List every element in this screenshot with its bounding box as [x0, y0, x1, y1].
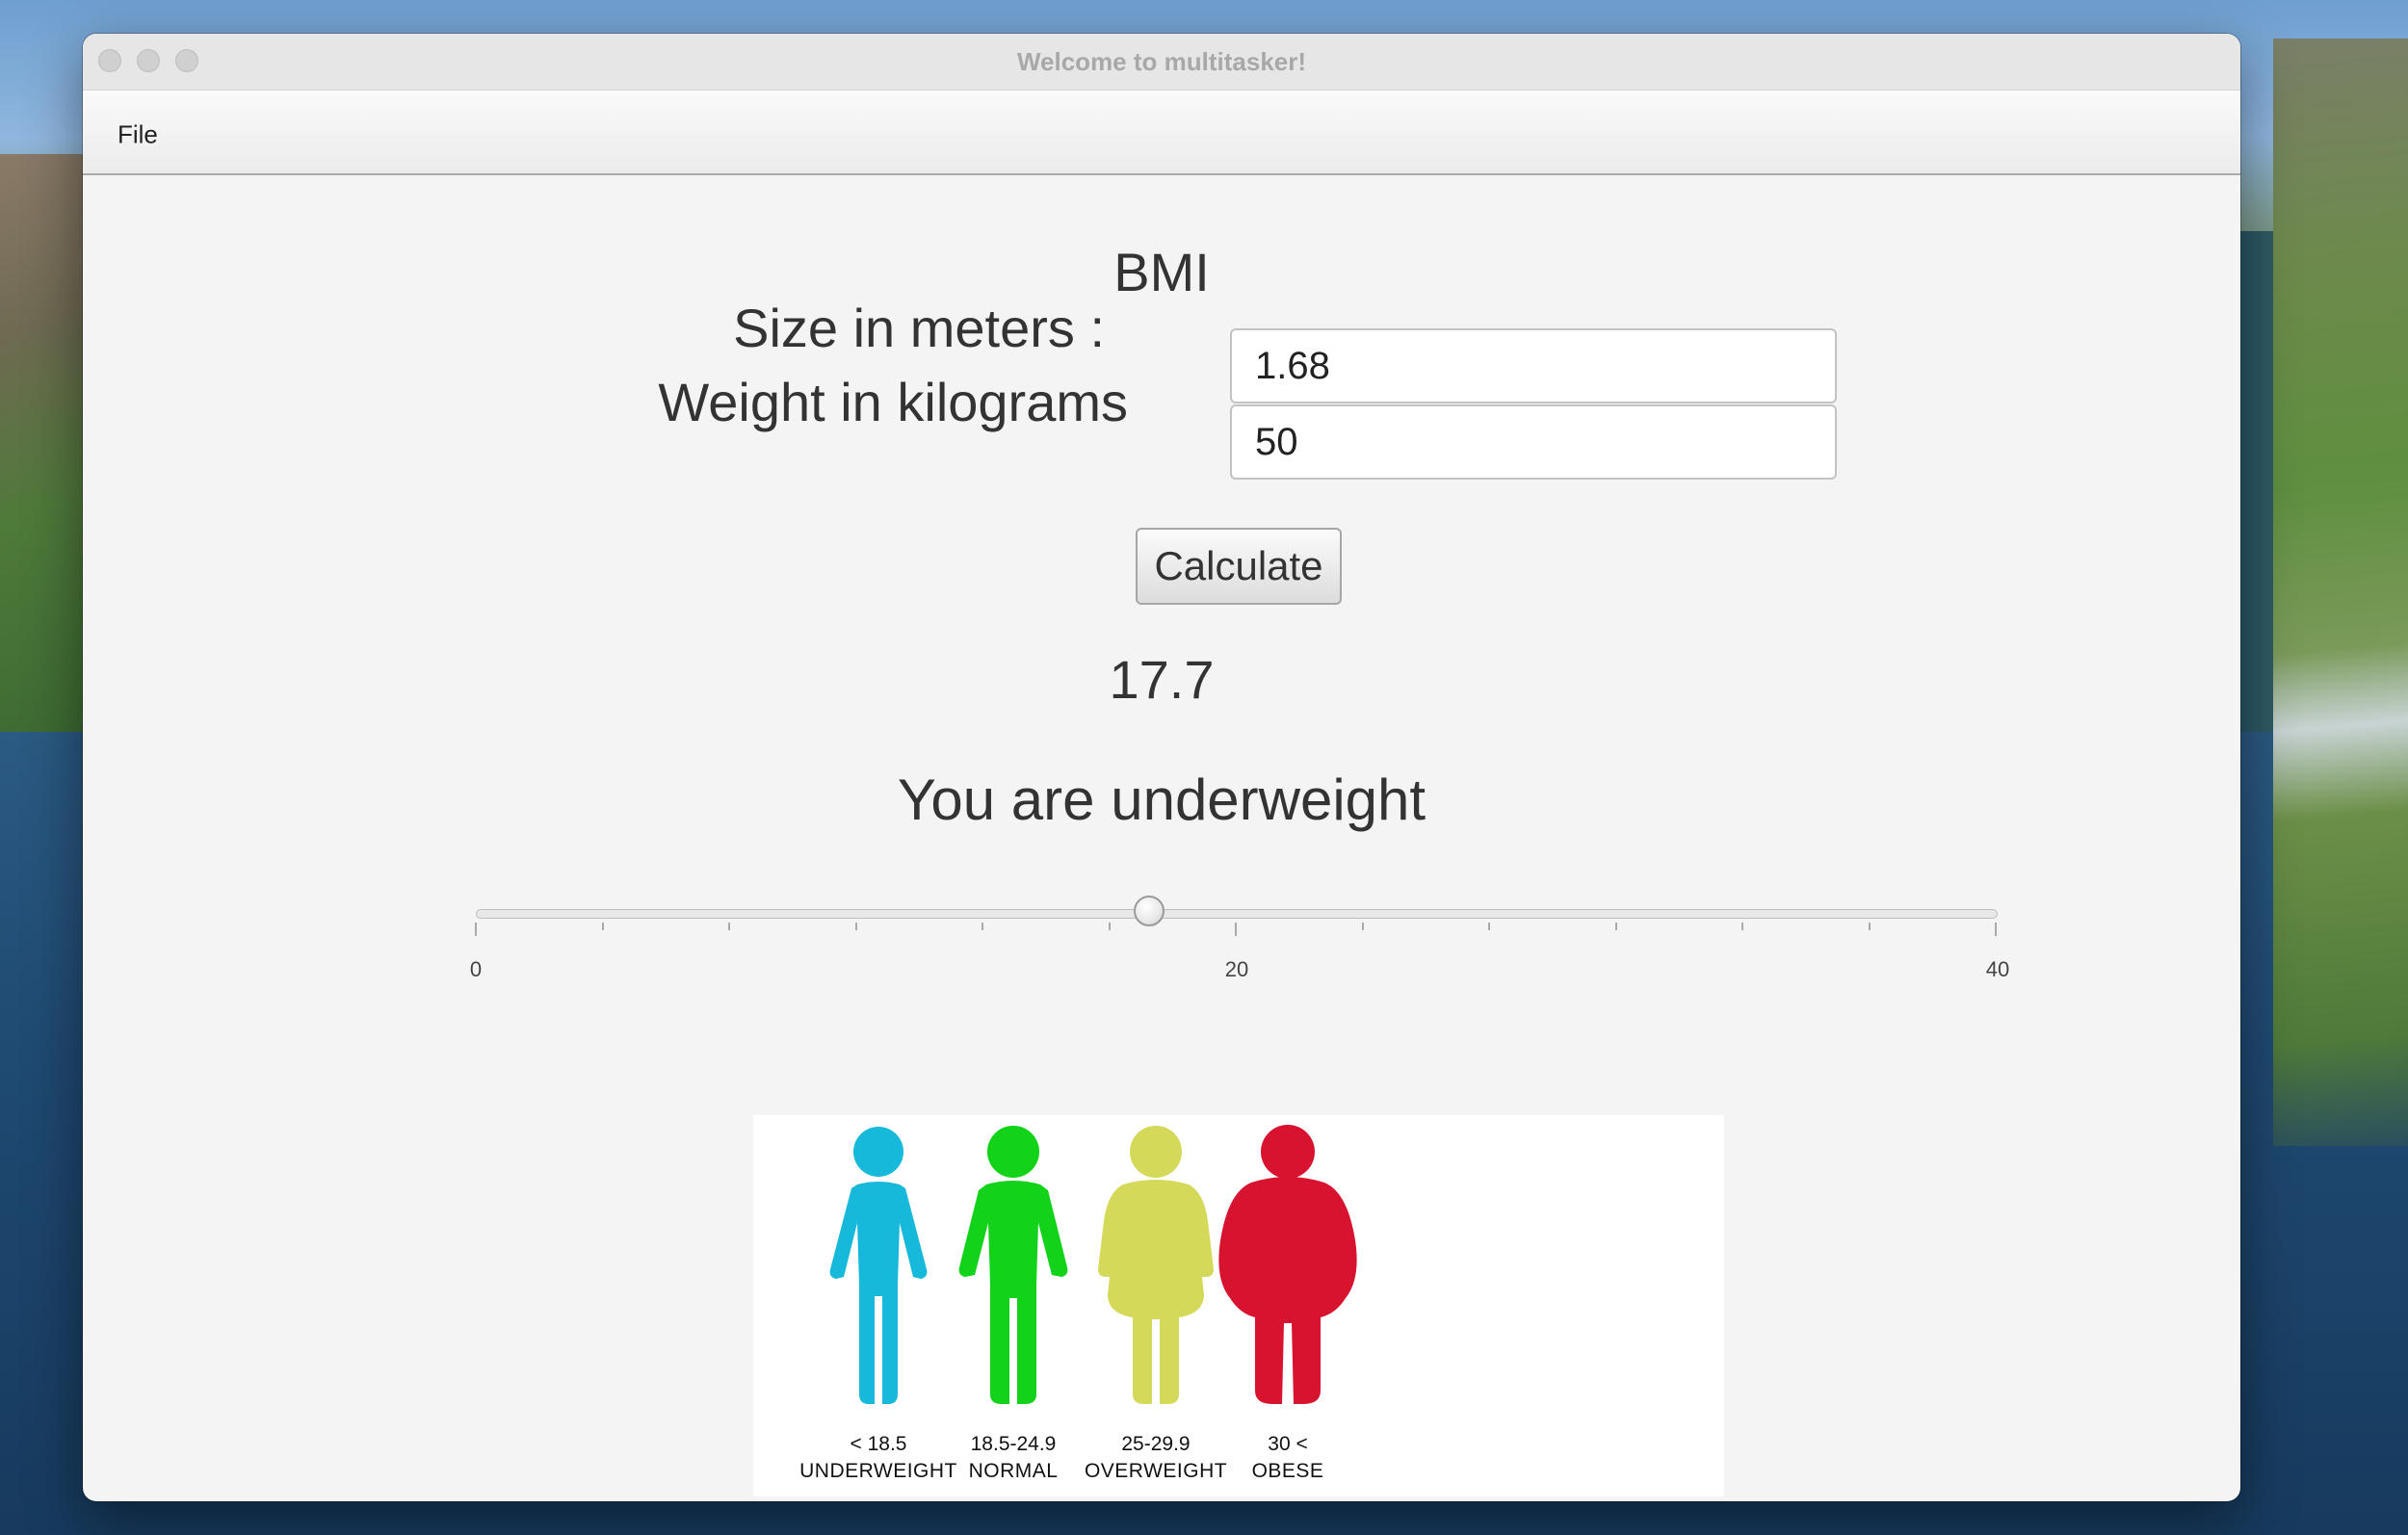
title-bar: Welcome to multitasker!: [83, 34, 2240, 91]
weight-label: Weight in kilograms: [658, 372, 1128, 432]
size-input[interactable]: 1.68: [1230, 328, 1837, 403]
menu-file[interactable]: File: [118, 120, 158, 150]
menu-bar: File: [83, 91, 2240, 175]
bmi-slider[interactable]: 0 20 40: [470, 896, 2009, 1005]
app-window: Welcome to multitasker! File BMI Size in…: [83, 34, 2240, 1501]
slider-thumb[interactable]: [1134, 896, 1165, 926]
bmi-status-text: You are underweight: [897, 768, 1426, 832]
bmi-range-label: 30 <: [1268, 1433, 1308, 1455]
bmi-result-value: 17.7: [1109, 649, 1215, 710]
weight-input[interactable]: 50: [1230, 404, 1837, 480]
slider-minor-tick: [1741, 923, 1744, 930]
bmi-panel: BMI Size in meters : Weight in kilograms…: [83, 177, 2240, 1501]
bmi-category-image: < 18.5 UNDERWEIGHT 18.5-24.9 NORMAL 25-2…: [753, 1115, 1724, 1496]
slider-minor-tick: [1108, 923, 1111, 930]
slider-major-tick: [475, 923, 477, 936]
slider-minor-tick: [982, 923, 984, 930]
slider-minor-tick: [1614, 923, 1617, 930]
slider-minor-tick: [1488, 923, 1491, 930]
calculate-button[interactable]: Calculate: [1136, 528, 1342, 605]
slider-minor-tick: [1868, 923, 1871, 930]
bmi-category-obese: 30 < OBESE: [1191, 1115, 1384, 1496]
size-label: Size in meters :: [733, 298, 1105, 358]
desktop-hills-right: [2273, 39, 2408, 1146]
slider-ticks: 0 20 40: [470, 923, 2009, 981]
slider-tick-label: 20: [1224, 957, 1249, 981]
slider-minor-tick: [728, 923, 731, 930]
slider-tick-label: 0: [469, 957, 483, 981]
window-title: Welcome to multitasker!: [1016, 47, 1307, 76]
slider-minor-tick: [854, 923, 857, 930]
page-title: BMI: [1113, 242, 1210, 302]
slider-minor-tick: [601, 923, 604, 930]
person-icon: [1218, 1125, 1357, 1404]
slider-major-tick: [1995, 923, 1998, 936]
bmi-category-label: OBESE: [1251, 1460, 1324, 1482]
slider-minor-tick: [1361, 923, 1364, 930]
slider-tick-label: 40: [1985, 957, 2010, 981]
slider-major-tick: [1235, 923, 1238, 936]
slider-track[interactable]: [476, 909, 1998, 919]
